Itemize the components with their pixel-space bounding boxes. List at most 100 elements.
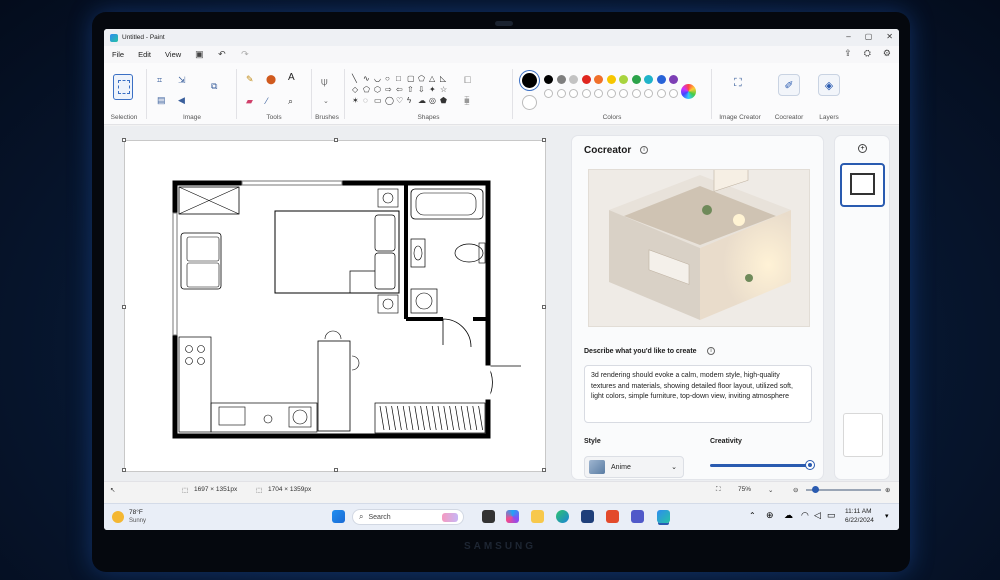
color-swatch[interactable] [644, 75, 653, 84]
menu-file[interactable]: File [112, 50, 124, 59]
shape-callout2[interactable]: ▭ [374, 96, 385, 105]
settings-icon[interactable]: ⚙ [883, 48, 891, 59]
style-dropdown[interactable]: Anime ⌄ [584, 456, 684, 478]
office-icon[interactable] [606, 510, 619, 523]
color-swatch[interactable] [594, 75, 603, 84]
fit-icon[interactable]: ⛶ [716, 486, 721, 494]
copilot-icon[interactable] [506, 510, 519, 523]
info-icon[interactable]: i [707, 347, 715, 355]
chevron-down-icon[interactable]: ⌄ [768, 486, 773, 494]
shape-line[interactable]: ╲ [352, 74, 363, 83]
color-swatch[interactable] [669, 75, 678, 84]
task-view-icon[interactable] [482, 510, 495, 523]
secondary-color[interactable] [522, 95, 537, 110]
edge-icon[interactable] [556, 510, 569, 523]
shapes-gallery[interactable]: ╲ ∿ ◡ ○ □ ▢ ⬠ △ ◺ ◇ ⬠ ⬡ ⇨ ⇦ ⇧ ⇩ ✦ ☆ ✶ ◌ ▭ ◯ ♡ ϟ ☁ ◎ ⬟ [352, 74, 452, 105]
clock-date[interactable]: 6/22/2024 [845, 517, 874, 524]
rotate-icon[interactable]: ◀ [178, 95, 185, 105]
resize-handle[interactable] [334, 468, 338, 472]
cloud-icon[interactable]: ☁ [784, 510, 793, 521]
selection-button[interactable] [113, 74, 133, 100]
add-layer-icon[interactable]: + [858, 144, 867, 153]
close-icon[interactable]: ✕ [886, 32, 893, 41]
weather-icon[interactable] [112, 511, 124, 523]
creativity-slider-thumb[interactable] [806, 461, 814, 469]
shape-bubble[interactable]: ◎ [429, 96, 440, 105]
image-select-icon[interactable]: ⧉ [211, 81, 217, 91]
color-swatch[interactable] [556, 75, 566, 84]
shape-shield[interactable]: ⬟ [440, 96, 451, 105]
zoom-out-icon[interactable]: ⊖ [793, 486, 798, 494]
color-swatch[interactable] [669, 89, 678, 98]
magnifier-icon[interactable]: ⌕ [288, 96, 293, 106]
text-icon[interactable]: A [288, 73, 295, 83]
color-swatch[interactable] [594, 89, 603, 98]
color-swatch[interactable] [619, 75, 628, 84]
color-swatch[interactable] [544, 89, 553, 98]
weather-condition[interactable]: Sunny [129, 518, 146, 524]
share-icon[interactable]: ⇪ [844, 48, 852, 59]
color-swatch[interactable] [544, 75, 553, 84]
color-swatch[interactable] [606, 89, 616, 98]
brush-icon[interactable]: ⍦ [321, 77, 328, 88]
paint-taskbar-icon[interactable] [657, 510, 670, 523]
shape-rect[interactable]: □ [396, 74, 407, 83]
shape-hexagon[interactable]: ⬡ [374, 85, 385, 94]
redo-icon[interactable]: ↷ [241, 50, 250, 59]
network-icon[interactable]: ⊕ [766, 510, 774, 521]
shape-polygon[interactable]: ◡ [374, 74, 385, 83]
shape-star4[interactable]: ✦ [429, 85, 440, 94]
shape-arrow-d[interactable]: ⇩ [418, 85, 429, 94]
layers-icon[interactable]: ◈ [818, 74, 840, 96]
color-swatch[interactable] [619, 89, 628, 98]
color-swatch[interactable] [644, 89, 653, 98]
volume-icon[interactable]: ◁ [814, 510, 821, 521]
notification-icon[interactable]: ▾ [885, 512, 889, 520]
shape-diamond[interactable]: ◇ [352, 85, 363, 94]
maximize-icon[interactable]: ▢ [865, 32, 873, 41]
outline-icon[interactable]: ⧠ [464, 75, 471, 85]
shape-arrow-u[interactable]: ⇧ [407, 85, 418, 94]
color-swatch[interactable] [556, 89, 566, 98]
edit-colors-button[interactable] [681, 84, 696, 99]
shape-cloud[interactable]: ☁ [418, 96, 429, 105]
color-swatch[interactable] [569, 89, 578, 98]
file-explorer-icon[interactable] [531, 510, 544, 523]
skew-icon[interactable]: ▤ [157, 95, 166, 105]
store-icon[interactable] [581, 510, 594, 523]
color-swatch[interactable] [581, 75, 591, 84]
taskbar-search[interactable]: ⌕ Search [352, 509, 464, 525]
cocreator-icon[interactable]: ✐ [778, 74, 800, 96]
eraser-icon[interactable]: ▰ [246, 96, 253, 106]
resize-handle[interactable] [542, 305, 546, 309]
primary-color[interactable] [522, 73, 537, 88]
shape-arrow-r[interactable]: ⇨ [385, 85, 396, 94]
shape-arrow-l[interactable]: ⇦ [396, 85, 407, 94]
menu-edit[interactable]: Edit [138, 50, 151, 59]
resize-icon[interactable]: ⇲ [178, 75, 186, 85]
shape-rtriangle[interactable]: ◺ [440, 74, 451, 83]
shape-callout3[interactable]: ◯ [385, 96, 396, 105]
battery-icon[interactable]: ▭ [827, 510, 836, 521]
shape-roundrect[interactable]: ▢ [407, 74, 418, 83]
creativity-slider-track[interactable] [710, 464, 810, 467]
color-picker-icon[interactable]: ⁄ [266, 96, 268, 106]
teams-icon[interactable] [631, 510, 644, 523]
layer-thumbnail[interactable] [840, 163, 885, 207]
clock-time[interactable]: 11:11 AM [845, 508, 872, 515]
info-icon[interactable]: i [640, 146, 648, 154]
zoom-level[interactable]: 75% [738, 486, 751, 493]
account-icon[interactable]: ⛭ [864, 48, 871, 59]
menu-view[interactable]: View [165, 50, 181, 59]
shape-triangle[interactable]: △ [429, 74, 440, 83]
shape-pentagon[interactable]: ⬠ [363, 85, 374, 94]
chevron-up-icon[interactable]: ⌃ [749, 511, 756, 520]
background-layer[interactable] [843, 413, 883, 457]
shape-curve[interactable]: ∿ [363, 74, 374, 83]
color-swatch[interactable] [606, 75, 616, 84]
zoom-in-icon[interactable]: ⊕ [885, 486, 890, 494]
chevron-down-icon[interactable]: ⌄ [323, 97, 329, 107]
prompt-textarea[interactable]: 3d rendering should evoke a calm, modern… [584, 365, 812, 423]
shape-lightning[interactable]: ϟ [407, 96, 418, 105]
shape-poly2[interactable]: ⬠ [418, 74, 429, 83]
